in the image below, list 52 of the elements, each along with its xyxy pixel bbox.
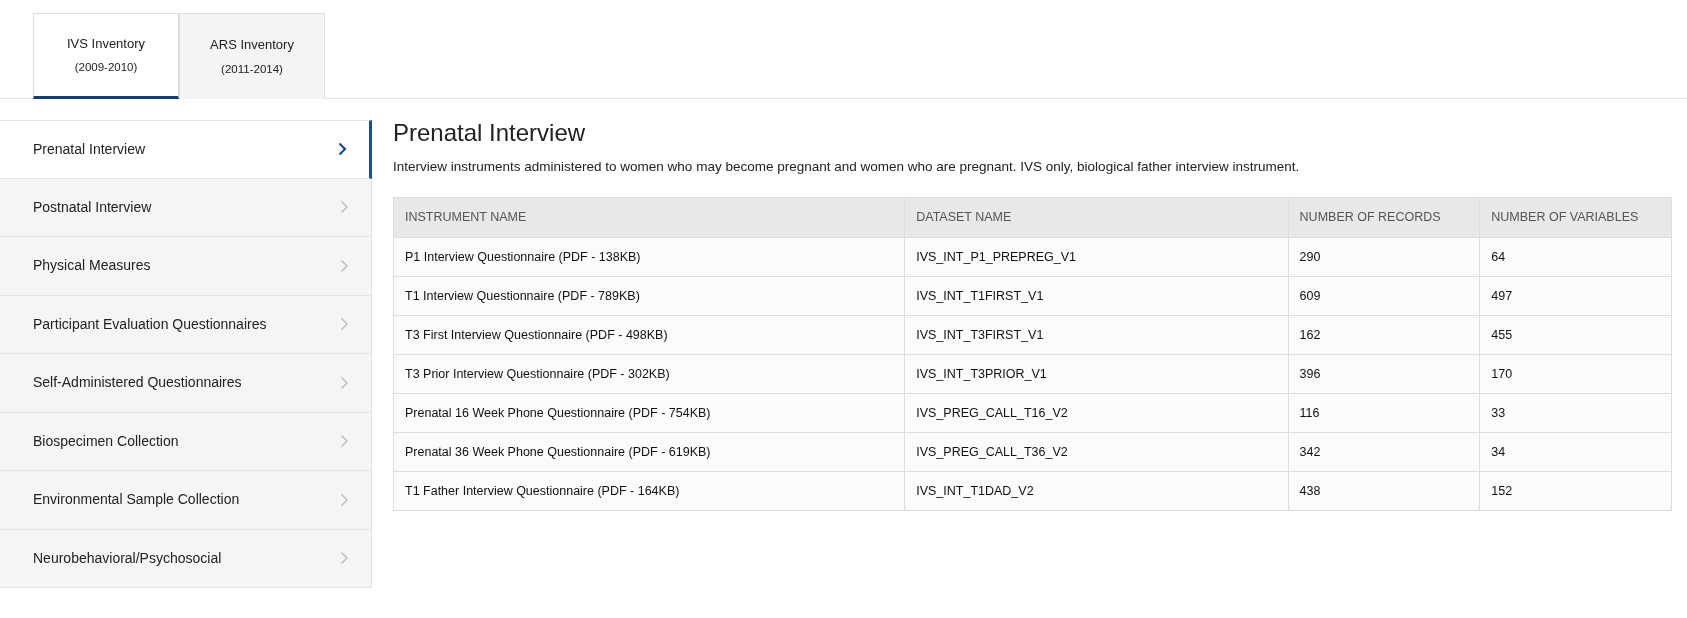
sidebar-item[interactable]: Participant Evaluation Questionnaires: [0, 295, 372, 354]
sidebar-item[interactable]: Biospecimen Collection: [0, 412, 372, 471]
table-cell: 342: [1288, 432, 1480, 472]
table-cell: IVS_PREG_CALL_T16_V2: [904, 393, 1289, 433]
chevron-icon: [340, 375, 349, 390]
chevron-icon: [340, 200, 349, 215]
chevron-icon: [340, 317, 349, 332]
table-cell: Prenatal 36 Week Phone Questionnaire (PDF - 619KB): [393, 432, 905, 472]
column-header: INSTRUMENT NAME: [393, 197, 905, 238]
table-cell: T1 Father Interview Questionnaire (PDF - 164KB): [393, 471, 905, 511]
table-cell: 33: [1479, 393, 1672, 433]
chevron-icon: [340, 492, 349, 507]
table-cell: 170: [1479, 354, 1672, 394]
inventory-tab[interactable]: IVS Inventory (2009-2010): [33, 13, 179, 99]
table-cell: 455: [1479, 315, 1672, 355]
table-cell: IVS_INT_T1DAD_V2: [904, 471, 1289, 511]
table-cell: T1 Interview Questionnaire (PDF - 789KB): [393, 276, 905, 316]
column-header: NUMBER OF RECORDS: [1288, 197, 1480, 238]
section-description: Interview instruments administered to women who may become pregnant and women who are pregnant. IVS only, biological father interview instrument.: [393, 157, 1301, 176]
column-header: NUMBER OF VARIABLES: [1479, 197, 1672, 238]
sidebar-item[interactable]: Postnatal Interview: [0, 178, 372, 237]
table-cell: 34: [1479, 432, 1672, 472]
table-cell: 116: [1288, 393, 1480, 433]
sidebar-item[interactable]: Self-Administered Questionnaires: [0, 354, 372, 413]
sidebar-item[interactable]: Neurobehavioral/Psychosocial: [0, 529, 372, 588]
sidebar-item[interactable]: Physical Measures: [0, 237, 372, 296]
table-cell: IVS_PREG_CALL_T36_V2: [904, 432, 1289, 472]
section-title: Prenatal Interview: [393, 119, 587, 148]
column-header: DATASET NAME: [904, 197, 1289, 238]
table-cell: 438: [1288, 471, 1480, 511]
table-cell: IVS_INT_T3PRIOR_V1: [904, 354, 1289, 394]
table-cell: 64: [1479, 237, 1672, 277]
table-cell: 152: [1479, 471, 1672, 511]
table-cell: T3 Prior Interview Questionnaire (PDF - 302KB): [393, 354, 905, 394]
table-cell: T3 First Interview Questionnaire (PDF - 498KB): [393, 315, 905, 355]
table-cell: 162: [1288, 315, 1480, 355]
sidebar-item[interactable]: Environmental Sample Collection: [0, 471, 372, 530]
table-cell: 396: [1288, 354, 1480, 394]
table-cell: IVS_INT_P1_PREPREG_V1: [904, 237, 1289, 277]
table-cell: P1 Interview Questionnaire (PDF - 138KB): [393, 237, 905, 277]
chevron-icon: [340, 434, 349, 449]
sidebar-item[interactable]: Prenatal Interview: [0, 120, 372, 179]
chevron-icon: [340, 258, 349, 273]
inventory-tab[interactable]: ARS Inventory (2011-2014): [179, 13, 325, 99]
table-cell: 609: [1288, 276, 1480, 316]
table-cell: IVS_INT_T1FIRST_V1: [904, 276, 1289, 316]
chevron-icon: [338, 142, 347, 157]
table-cell: 497: [1479, 276, 1672, 316]
table-cell: IVS_INT_T3FIRST_V1: [904, 315, 1289, 355]
table-cell: Prenatal 16 Week Phone Questionnaire (PDF - 754KB): [393, 393, 905, 433]
table-cell: 290: [1288, 237, 1480, 277]
chevron-icon: [340, 551, 349, 566]
